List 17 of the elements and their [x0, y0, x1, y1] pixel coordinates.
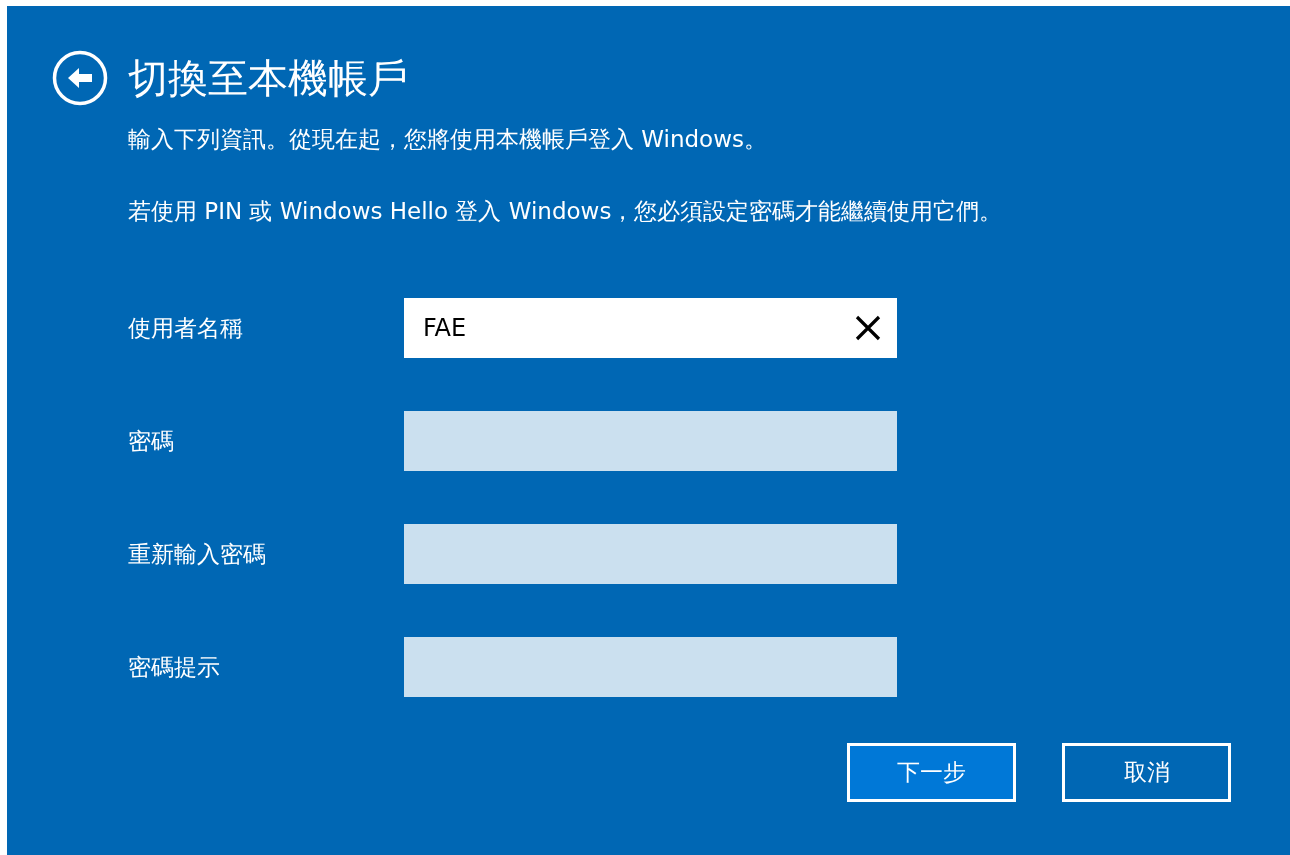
- instruction-text: 輸入下列資訊。從現在起，您將使用本機帳戶登入 Windows。: [128, 125, 768, 154]
- next-button[interactable]: 下一步: [847, 743, 1016, 802]
- text-field[interactable]: [404, 411, 897, 471]
- field-value: FAE: [423, 314, 468, 342]
- text-field[interactable]: [404, 637, 897, 697]
- field-label: 密碼提示: [128, 652, 221, 682]
- instruction-text: 若使用 PIN 或 Windows Hello 登入 Windows，您必須設定密碼才能繼續使用它們。: [128, 197, 1004, 226]
- page-title: 切換至本機帳戶: [128, 54, 408, 103]
- field-label: 使用者名稱: [128, 313, 244, 343]
- back-button[interactable]: [52, 50, 108, 106]
- text-field[interactable]: FAE: [404, 298, 897, 358]
- text-field[interactable]: [404, 524, 897, 584]
- clear-button[interactable]: [853, 313, 883, 343]
- close-icon: [855, 315, 881, 341]
- field-label: 密碼: [128, 426, 175, 456]
- field-label: 重新輸入密碼: [128, 539, 267, 569]
- cancel-button[interactable]: 取消: [1062, 743, 1231, 802]
